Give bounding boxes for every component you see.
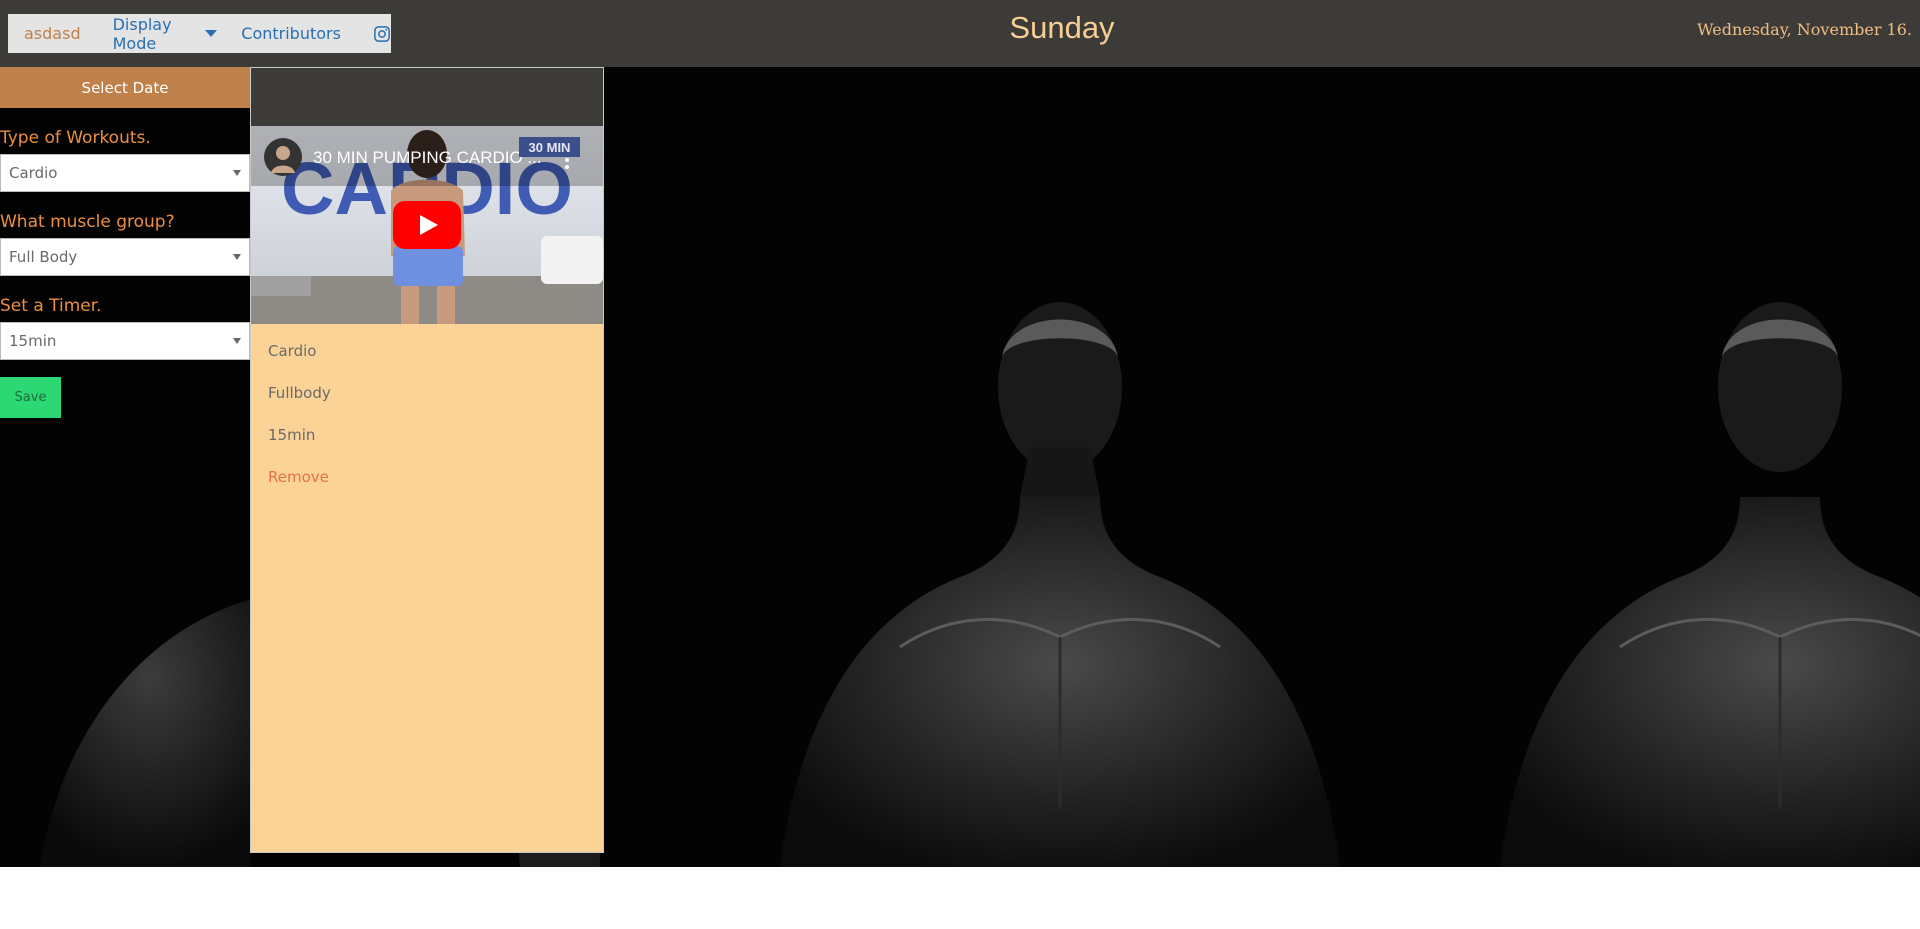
card-header <box>251 68 603 126</box>
timer-label: Set a Timer. <box>0 296 102 316</box>
video-title: 30 MIN PUMPING CARDIO ... <box>313 148 542 167</box>
save-button[interactable]: Save <box>0 377 61 418</box>
timer-select[interactable]: 15min <box>0 322 250 360</box>
caret-down-icon <box>233 170 241 176</box>
contributors-link[interactable]: Contributors <box>241 24 341 43</box>
caret-down-icon <box>233 254 241 260</box>
channel-avatar <box>264 138 302 176</box>
workout-type-value: Cardio <box>9 164 58 182</box>
current-date: Wednesday, November 16. <box>1697 20 1912 39</box>
nav-bar: asdasd Display Mode Contributors <box>8 14 391 53</box>
select-date-button[interactable]: Select Date <box>0 67 250 108</box>
youtube-play-icon[interactable] <box>393 201 461 249</box>
card-muscle-group: Fullbody <box>268 384 331 402</box>
athlete-image-center <box>780 302 1340 867</box>
workout-type-select[interactable]: Cardio <box>0 154 250 192</box>
muscle-group-select[interactable]: Full Body <box>0 238 250 276</box>
card-details: Cardio Fullbody 15min Remove <box>251 324 603 498</box>
video-duration-badge: 30 MIN <box>519 137 580 157</box>
muscle-group-value: Full Body <box>9 248 78 266</box>
instagram-icon[interactable] <box>373 23 391 45</box>
card-workout-type: Cardio <box>268 342 317 360</box>
display-mode-dropdown[interactable]: Display Mode <box>113 15 218 53</box>
workout-type-label: Type of Workouts. <box>0 128 151 148</box>
muscle-group-label: What muscle group? <box>0 212 175 232</box>
caret-down-icon <box>205 30 218 37</box>
workout-card: CARDIO 30 MIN PUMPING CARDIO ... 30 MIN … <box>250 67 604 853</box>
caret-down-icon <box>233 338 241 344</box>
card-timer: 15min <box>268 426 316 444</box>
youtube-video-embed[interactable]: CARDIO 30 MIN PUMPING CARDIO ... 30 MIN <box>251 126 603 324</box>
remove-button[interactable]: Remove <box>268 456 603 498</box>
workout-form: Select Date Type of Workouts. Cardio Wha… <box>0 67 250 418</box>
display-mode-label: Display Mode <box>112 14 172 53</box>
timer-value: 15min <box>9 332 57 350</box>
athlete-image-right <box>1500 302 1920 867</box>
nav-brand-link[interactable]: asdasd <box>24 24 81 43</box>
